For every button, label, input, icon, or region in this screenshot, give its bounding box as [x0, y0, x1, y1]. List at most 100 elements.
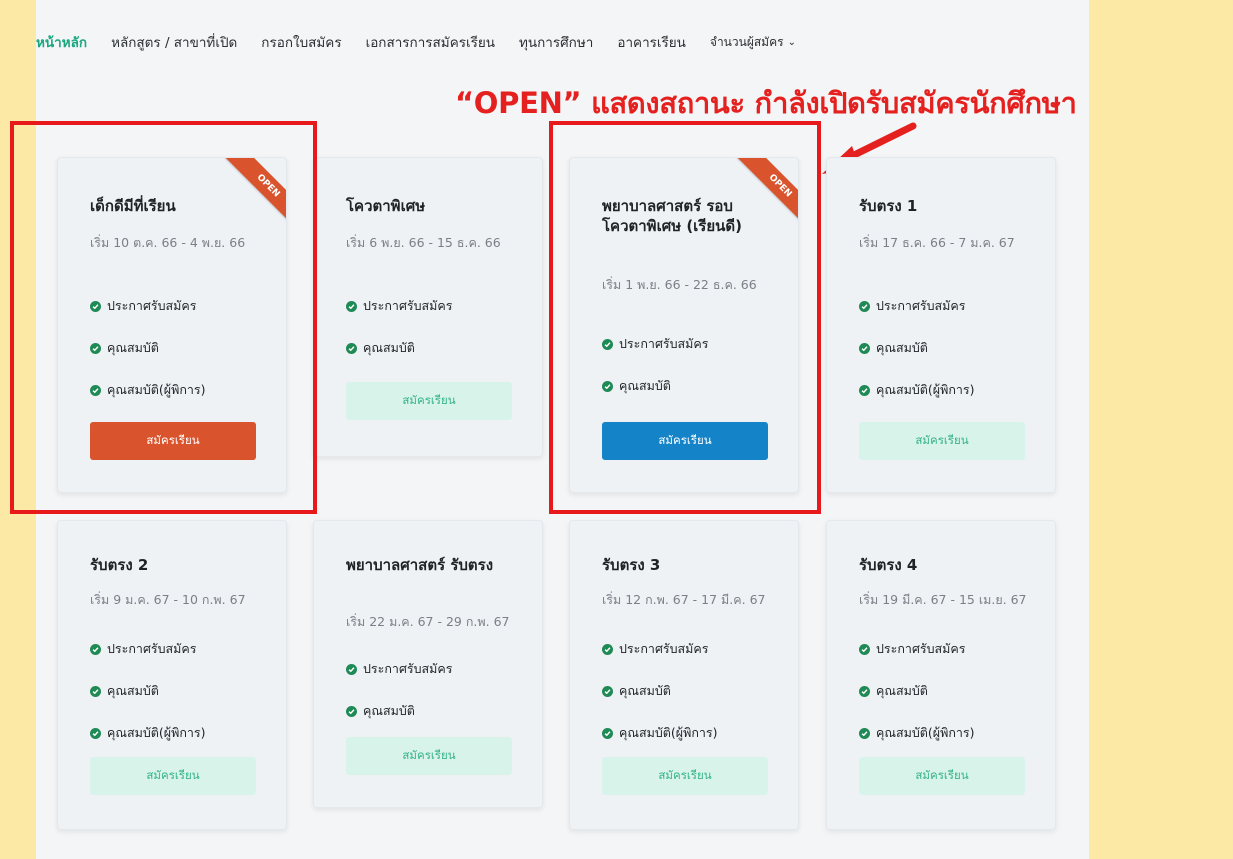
nav-application-form[interactable]: กรอกใบสมัคร — [261, 31, 341, 53]
admission-card: พยาบาลศาสตร์ รับตรง เริ่ม 22 ม.ค. 67 - 29… — [313, 520, 543, 808]
card-feature-link[interactable]: ประกาศรับสมัคร — [602, 639, 708, 659]
card-feature-link[interactable]: คุณสมบัติ — [346, 338, 415, 358]
apply-button[interactable]: สมัครเรียน — [859, 757, 1025, 795]
open-ribbon-label: OPEN — [225, 158, 286, 229]
apply-button[interactable]: สมัครเรียน — [602, 422, 768, 460]
check-circle-icon — [859, 300, 870, 312]
check-circle-icon — [602, 338, 613, 350]
card-feature-link[interactable]: ประกาศรับสมัคร — [859, 296, 965, 316]
nav-documents[interactable]: เอกสารการสมัครเรียน — [366, 31, 495, 53]
feature-label: ประกาศรับสมัคร — [619, 336, 709, 351]
feature-label: ประกาศรับสมัคร — [876, 641, 966, 656]
feature-label: คุณสมบัติ — [619, 683, 671, 698]
check-circle-icon — [90, 727, 101, 739]
card-feature-link[interactable]: คุณสมบัติ — [859, 338, 928, 358]
feature-label: คุณสมบัติ(ผู้พิการ) — [876, 382, 975, 397]
check-circle-icon — [90, 685, 101, 697]
open-ribbon: OPEN — [212, 158, 286, 232]
check-circle-icon — [602, 643, 613, 655]
card-date-range: เริ่ม 10 ต.ค. 66 - 4 พ.ย. 66 — [90, 235, 246, 250]
feature-label: ประกาศรับสมัคร — [363, 661, 453, 676]
card-feature-link[interactable]: คุณสมบัติ(ผู้พิการ) — [859, 723, 975, 743]
apply-button[interactable]: สมัครเรียน — [90, 757, 256, 795]
card-feature-link[interactable]: คุณสมบัติ — [90, 338, 159, 358]
card-feature-link[interactable]: ประกาศรับสมัคร — [859, 639, 965, 659]
feature-label: คุณสมบัติ(ผู้พิการ) — [876, 725, 975, 740]
dropdown-label: จำนวนผู้สมัคร — [709, 34, 784, 49]
feature-label: ประกาศรับสมัคร — [876, 298, 966, 313]
nav-courses[interactable]: หลักสูตร / สาขาที่เปิด — [111, 31, 237, 53]
card-feature-link[interactable]: ประกาศรับสมัคร — [346, 296, 452, 316]
check-circle-icon — [602, 685, 613, 697]
check-circle-icon — [859, 342, 870, 354]
card-title: โควตาพิเศษ — [346, 197, 426, 215]
feature-label: คุณสมบัติ(ผู้พิการ) — [619, 725, 718, 740]
feature-label: คุณสมบัติ — [107, 340, 159, 355]
feature-label: คุณสมบัติ — [363, 703, 415, 718]
open-ribbon: OPEN — [724, 158, 798, 232]
feature-label: คุณสมบัติ(ผู้พิการ) — [107, 382, 206, 397]
card-title: รับตรง 2 — [90, 556, 149, 574]
card-feature-link[interactable]: ประกาศรับสมัคร — [90, 296, 196, 316]
check-circle-icon — [90, 342, 101, 354]
feature-label: คุณสมบัติ — [107, 683, 159, 698]
check-circle-icon — [859, 643, 870, 655]
admission-card: โควตาพิเศษเริ่ม 6 พ.ย. 66 - 15 ธ.ค. 66 ป… — [313, 157, 543, 457]
nav-scholarships[interactable]: ทุนการศึกษา — [519, 31, 593, 53]
open-status-annotation: “OPEN” แสดงสถานะ กำลังเปิดรับสมัครนักศึก… — [455, 86, 1077, 120]
check-circle-icon — [602, 380, 613, 392]
feature-label: ประกาศรับสมัคร — [107, 641, 197, 656]
card-feature-link[interactable]: ประกาศรับสมัคร — [90, 639, 196, 659]
check-circle-icon — [346, 342, 357, 354]
apply-button[interactable]: สมัครเรียน — [90, 422, 256, 460]
apply-button[interactable]: สมัครเรียน — [859, 422, 1025, 460]
check-circle-icon — [90, 643, 101, 655]
card-feature-link[interactable]: คุณสมบัติ — [90, 681, 159, 701]
admission-card: รับตรง 1 เริ่ม 17 ธ.ค. 66 - 7 ม.ค. 67 ประ… — [826, 157, 1056, 493]
card-feature-link[interactable]: คุณสมบัติ — [859, 681, 928, 701]
feature-label: คุณสมบัติ — [876, 340, 928, 355]
feature-label: ประกาศรับสมัคร — [107, 298, 197, 313]
card-date-range: เริ่ม 6 พ.ย. 66 - 15 ธ.ค. 66 — [346, 235, 501, 250]
card-title: รับตรง 4 — [859, 556, 918, 574]
admission-card: พยาบาลศาสตร์ รอบโควตาพิเศษ (เรียนดี) เริ่… — [569, 157, 799, 493]
card-feature-link[interactable]: คุณสมบัติ — [602, 376, 671, 396]
card-feature-link[interactable]: คุณสมบัติ(ผู้พิการ) — [90, 380, 206, 400]
admission-card: เด็กดีมีที่เรียน เริ่ม 10 ต.ค. 66 - 4 พ.ย… — [57, 157, 287, 493]
card-title: รับตรง 1 — [859, 197, 918, 215]
chevron-down-icon: ⌄ — [787, 36, 796, 48]
top-navigation: หน้าหลัก หลักสูตร / สาขาที่เปิด กรอกใบสม… — [36, 28, 796, 56]
check-circle-icon — [859, 384, 870, 396]
card-date-range: เริ่ม 9 ม.ค. 67 - 10 ก.พ. 67 — [90, 592, 246, 607]
check-circle-icon — [90, 384, 101, 396]
nav-home[interactable]: หน้าหลัก — [36, 31, 87, 53]
feature-label: คุณสมบัติ — [619, 378, 671, 393]
card-date-range: เริ่ม 12 ก.พ. 67 - 17 มี.ค. 67 — [602, 592, 766, 607]
check-circle-icon — [602, 727, 613, 739]
card-feature-link[interactable]: ประกาศรับสมัคร — [346, 659, 452, 679]
check-circle-icon — [859, 685, 870, 697]
card-feature-link[interactable]: คุณสมบัติ — [602, 681, 671, 701]
card-feature-link[interactable]: คุณสมบัติ(ผู้พิการ) — [90, 723, 206, 743]
card-feature-link[interactable]: คุณสมบัติ(ผู้พิการ) — [859, 380, 975, 400]
apply-button[interactable]: สมัครเรียน — [346, 737, 512, 775]
feature-label: คุณสมบัติ — [363, 340, 415, 355]
feature-label: ประกาศรับสมัคร — [363, 298, 453, 313]
card-date-range: เริ่ม 1 พ.ย. 66 - 22 ธ.ค. 66 — [602, 277, 757, 292]
card-feature-link[interactable]: คุณสมบัติ — [346, 701, 415, 721]
apply-button[interactable]: สมัครเรียน — [602, 757, 768, 795]
check-circle-icon — [346, 663, 357, 675]
nav-applicant-count-dropdown[interactable]: จำนวนผู้สมัคร ⌄ — [710, 33, 796, 52]
card-date-range: เริ่ม 17 ธ.ค. 66 - 7 ม.ค. 67 — [859, 235, 1015, 250]
nav-buildings[interactable]: อาคารเรียน — [617, 31, 686, 53]
admission-card: รับตรง 3 เริ่ม 12 ก.พ. 67 - 17 มี.ค. 67 ป… — [569, 520, 799, 830]
apply-button[interactable]: สมัครเรียน — [346, 382, 512, 420]
feature-label: ประกาศรับสมัคร — [619, 641, 709, 656]
card-date-range: เริ่ม 19 มี.ค. 67 - 15 เม.ย. 67 — [859, 592, 1027, 607]
admission-card: รับตรง 4 เริ่ม 19 มี.ค. 67 - 15 เม.ย. 67 … — [826, 520, 1056, 830]
card-feature-link[interactable]: ประกาศรับสมัคร — [602, 334, 708, 354]
open-ribbon-label: OPEN — [737, 158, 798, 229]
card-title: พยาบาลศาสตร์ รับตรง — [346, 556, 494, 574]
feature-label: คุณสมบัติ — [876, 683, 928, 698]
card-feature-link[interactable]: คุณสมบัติ(ผู้พิการ) — [602, 723, 718, 743]
